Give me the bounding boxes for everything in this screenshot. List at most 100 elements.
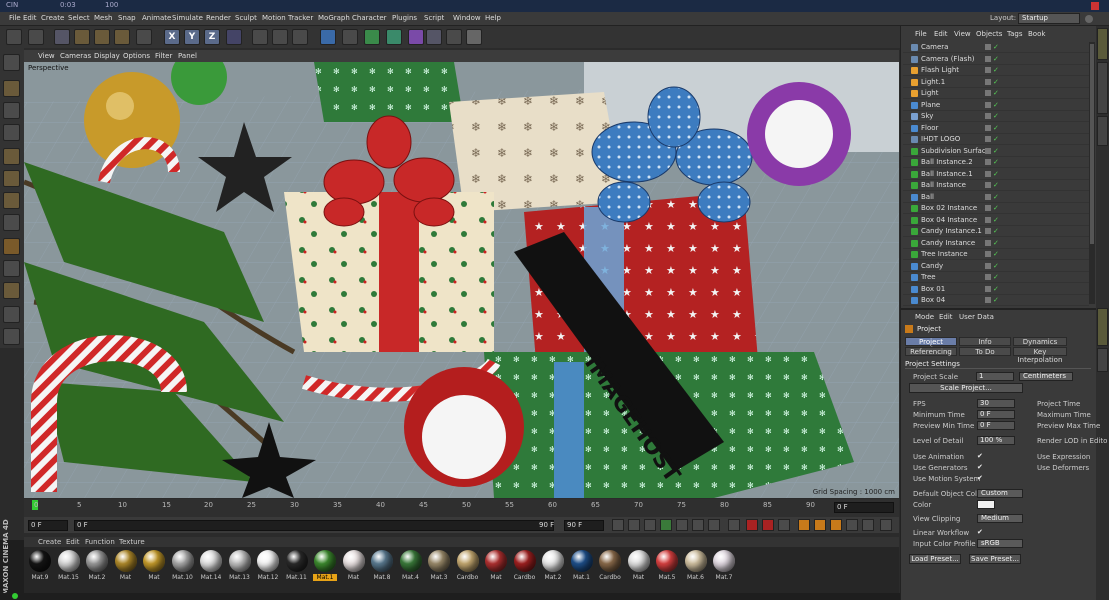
layer-icon[interactable] xyxy=(985,251,991,257)
close-window-icon[interactable] xyxy=(1091,2,1099,10)
menu-sculpt[interactable]: Sculpt xyxy=(235,14,257,22)
x-axis-lock-button[interactable]: X xyxy=(164,29,180,45)
object-name[interactable]: Floor xyxy=(921,124,938,132)
object-name[interactable]: Camera xyxy=(921,43,948,51)
min-time-field[interactable]: 0 F xyxy=(977,410,1015,419)
render-picture-viewer-icon[interactable] xyxy=(272,29,288,45)
material-swatch[interactable]: Mat.2 xyxy=(85,550,109,581)
menu-create[interactable]: Create xyxy=(41,14,64,22)
object-name[interactable]: IHDT LOGO xyxy=(921,135,960,143)
object-row[interactable]: Box 04 ✓ xyxy=(903,295,1089,306)
layout-lock-icon[interactable] xyxy=(1085,15,1093,23)
record-scale-icon[interactable] xyxy=(814,519,826,531)
object-row[interactable]: IHDT LOGO ✓ xyxy=(903,134,1089,145)
project-scale-field[interactable]: 1 xyxy=(976,372,1014,381)
object-name[interactable]: Candy Instance xyxy=(921,239,975,247)
material-swatch[interactable]: Mat xyxy=(627,550,651,581)
object-row[interactable]: Candy Instance.1 ✓ xyxy=(903,226,1089,237)
vp-menu-options[interactable]: Options xyxy=(123,52,150,60)
object-row[interactable]: Box 02 Instance ✓ xyxy=(903,203,1089,214)
record-parameter-icon[interactable] xyxy=(846,519,858,531)
menu-simulate[interactable]: Simulate xyxy=(172,14,203,22)
material-swatch[interactable]: Mat.1 xyxy=(570,550,594,581)
mat-menu-edit[interactable]: Edit xyxy=(66,538,80,546)
points-mode-icon[interactable] xyxy=(3,148,20,165)
material-swatch[interactable]: Mat.1 xyxy=(313,550,337,581)
enabled-check-icon[interactable]: ✓ xyxy=(993,43,999,51)
material-swatch[interactable]: Mat.12 xyxy=(256,550,280,581)
enabled-check-icon[interactable]: ✓ xyxy=(993,101,999,109)
object-row[interactable]: Flash Light ✓ xyxy=(903,65,1089,76)
object-row[interactable]: Box 01 ✓ xyxy=(903,284,1089,295)
lod-field[interactable]: 100 % xyxy=(977,436,1015,445)
axis-mode-icon[interactable] xyxy=(3,214,20,231)
enabled-check-icon[interactable]: ✓ xyxy=(993,89,999,97)
project-scale-unit-select[interactable]: Centimeters xyxy=(1019,372,1073,381)
object-row[interactable]: Camera ✓ xyxy=(903,42,1089,53)
menu-mesh[interactable]: Mesh xyxy=(94,14,112,22)
tab-layers[interactable] xyxy=(1097,348,1108,372)
undo-icon[interactable] xyxy=(6,29,22,45)
live-selection-icon[interactable] xyxy=(54,29,70,45)
enabled-check-icon[interactable]: ✓ xyxy=(993,181,999,189)
go-to-start-icon[interactable] xyxy=(612,519,624,531)
enabled-check-icon[interactable]: ✓ xyxy=(993,124,999,132)
object-row[interactable]: Ball Instance.2 ✓ xyxy=(903,157,1089,168)
scheme-icon[interactable] xyxy=(880,519,892,531)
object-row[interactable]: Floor ✓ xyxy=(903,123,1089,134)
input-color-profile-select[interactable]: sRGB xyxy=(977,539,1023,548)
object-row[interactable]: Ball ✓ xyxy=(903,192,1089,203)
material-swatch[interactable]: Mat.7 xyxy=(712,550,736,581)
layer-icon[interactable] xyxy=(985,216,991,223)
object-name[interactable]: Plane xyxy=(921,101,940,109)
start-frame-field[interactable]: 0 F xyxy=(28,520,68,531)
om-menu-view[interactable]: View xyxy=(954,30,971,38)
object-row[interactable]: Box 04 Instance ✓ xyxy=(903,215,1089,226)
mat-menu-create[interactable]: Create xyxy=(38,538,61,546)
material-swatch[interactable]: Mat.5 xyxy=(655,550,679,581)
record-position-icon[interactable] xyxy=(798,519,810,531)
timeline-ruler[interactable]: 0 5 10 15 20 25 30 35 40 45 50 55 60 65 … xyxy=(24,499,899,517)
object-row[interactable]: Tree Instance ✓ xyxy=(903,249,1089,260)
layer-icon[interactable] xyxy=(985,78,991,85)
material-swatch[interactable]: Mat.15 xyxy=(57,550,81,581)
preview-range-slider[interactable]: 0 F xyxy=(74,520,554,531)
object-name[interactable]: Flash Light xyxy=(921,66,959,74)
material-swatch[interactable]: Cardbo xyxy=(456,550,480,581)
menu-file[interactable]: File xyxy=(9,14,21,22)
tab-structure[interactable] xyxy=(1097,116,1108,146)
object-name[interactable]: Ball Instance xyxy=(921,181,966,189)
layer-icon[interactable] xyxy=(985,170,991,177)
mat-menu-function[interactable]: Function xyxy=(85,538,115,546)
linear-workflow-checkbox[interactable]: ✔ xyxy=(977,528,983,536)
om-menu-file[interactable]: File xyxy=(915,30,927,38)
next-frame-icon[interactable] xyxy=(676,519,688,531)
object-row[interactable]: Subdivision Surface ✓ xyxy=(903,146,1089,157)
enabled-check-icon[interactable]: ✓ xyxy=(993,285,999,293)
material-swatch[interactable]: Mat xyxy=(114,550,138,581)
tab-project-settings[interactable]: Project Settings xyxy=(905,337,957,354)
object-row[interactable]: Light ✓ xyxy=(903,88,1089,99)
menu-animate[interactable]: Animate xyxy=(142,14,171,22)
redo-icon[interactable] xyxy=(28,29,44,45)
enabled-check-icon[interactable]: ✓ xyxy=(993,250,999,258)
material-swatch[interactable]: Mat.2 xyxy=(541,550,565,581)
use-animation-checkbox[interactable]: ✔ xyxy=(977,452,983,460)
layer-icon[interactable] xyxy=(985,136,991,142)
menu-motion-tracker[interactable]: Motion Tracker xyxy=(262,14,313,22)
edges-mode-icon[interactable] xyxy=(3,170,20,187)
light-object-icon[interactable] xyxy=(466,29,482,45)
save-preset-button[interactable]: Save Preset... xyxy=(969,554,1021,564)
layer-icon[interactable] xyxy=(985,262,991,269)
material-swatch[interactable]: Mat xyxy=(342,550,366,581)
use-generators-checkbox[interactable]: ✔ xyxy=(977,463,983,471)
tweak-mode-icon[interactable] xyxy=(3,238,20,255)
material-swatch[interactable]: Mat.14 xyxy=(199,550,223,581)
enabled-check-icon[interactable]: ✓ xyxy=(993,170,999,178)
tab-attributes[interactable] xyxy=(1097,308,1108,346)
menu-plugins[interactable]: Plugins xyxy=(392,14,417,22)
menu-mograph[interactable]: MoGraph xyxy=(318,14,350,22)
om-menu-objects[interactable]: Objects xyxy=(976,30,1002,38)
texture-mode-icon[interactable] xyxy=(3,102,20,119)
object-row[interactable]: Tree ✓ xyxy=(903,272,1089,283)
